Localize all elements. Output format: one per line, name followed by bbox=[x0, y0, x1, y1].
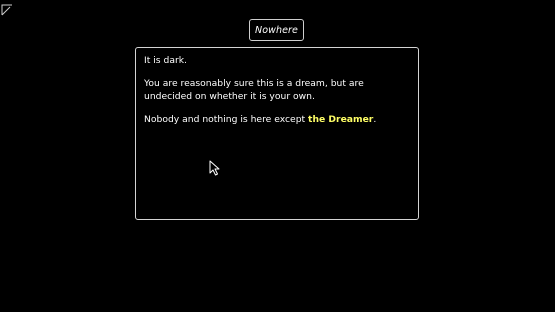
narrative-line-3-prefix: Nobody and nothing is here except bbox=[144, 114, 309, 125]
narrative-line-2: You are reasonably sure this is a dream,… bbox=[144, 78, 364, 102]
narrative-panel: It is dark. You are reasonably sure this… bbox=[135, 47, 419, 220]
corner-arrow-icon[interactable] bbox=[1, 1, 13, 16]
location-title: Nowhere bbox=[249, 19, 304, 41]
narrative-line-1: It is dark. bbox=[144, 55, 187, 66]
game-screen: Nowhere It is dark. You are reasonably s… bbox=[0, 0, 555, 312]
dreamer-link[interactable]: the Dreamer bbox=[308, 114, 373, 125]
narrative-line-3-suffix: . bbox=[373, 114, 377, 125]
mouse-pointer-icon bbox=[209, 160, 221, 176]
narrative-line-3: Nobody and nothing is here except the Dr… bbox=[144, 113, 410, 126]
